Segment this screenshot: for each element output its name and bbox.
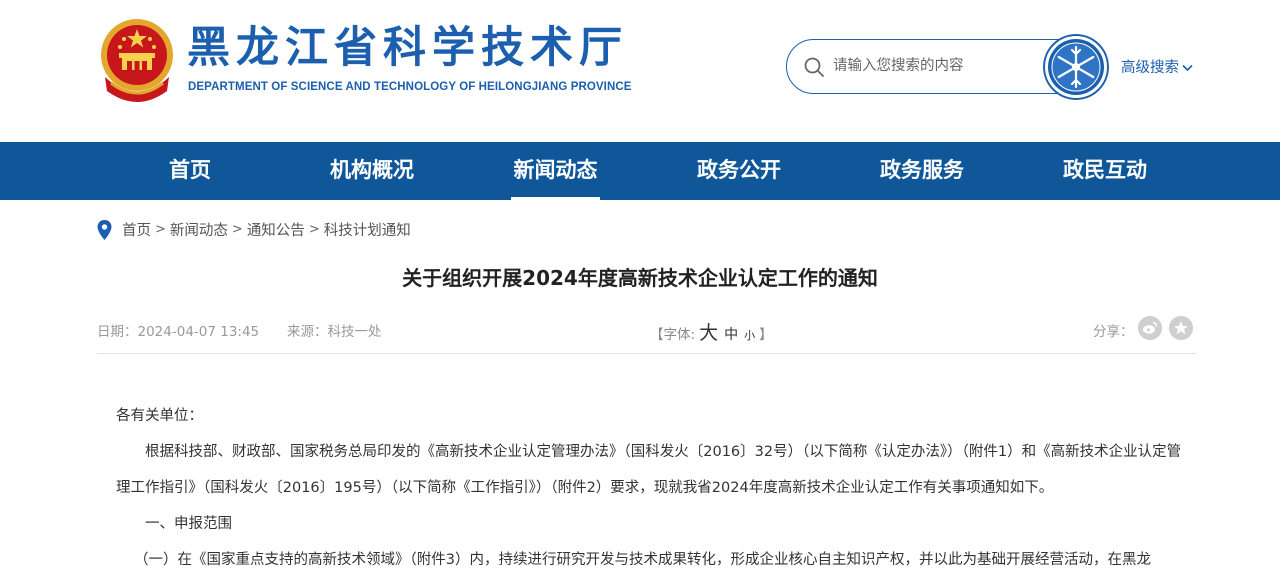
nav-item-government-services[interactable]: 政务服务: [862, 142, 982, 200]
site-subtitle: DEPARTMENT OF SCIENCE AND TECHNOLOGY OF …: [188, 81, 632, 93]
breadcrumb-notices[interactable]: 通知公告: [247, 219, 305, 240]
article-source: 来源：科技一处: [287, 324, 382, 340]
article-body: 各有关单位： 根据科技部、财政部、国家税务总局印发的《高新技术企业认定管理办法》…: [116, 398, 1186, 578]
location-pin-icon: [97, 219, 112, 240]
font-size-label: 【字体:: [650, 327, 696, 343]
weibo-icon[interactable]: [1138, 316, 1162, 340]
snowflake-search-icon[interactable]: [1043, 34, 1109, 100]
share-label: 分享：: [1093, 324, 1134, 340]
breadcrumb-home[interactable]: 首页: [122, 219, 151, 240]
chevron-down-icon: [1182, 64, 1193, 72]
nav-item-public-interaction[interactable]: 政民互动: [1045, 142, 1165, 200]
article-paragraph: 各有关单位：: [116, 408, 203, 424]
article-paragraph: 根据科技部、财政部、国家税务总局印发的《高新技术企业认定管理办法》（国科发火〔2…: [116, 444, 1182, 496]
main-nav: 首页 机构概况 新闻动态 政务公开 政务服务 政民互动: [0, 142, 1280, 200]
publish-date: 日期：2024-04-07 13:45: [97, 324, 260, 340]
breadcrumb-separator: >: [308, 222, 320, 237]
article-meta: 日期：2024-04-07 13:45 来源：科技一处 【字体: 大中小】 分享：: [97, 316, 1196, 354]
font-size-bracket: 】: [759, 327, 773, 343]
nav-item-organization[interactable]: 机构概况: [312, 142, 432, 200]
article-title: 关于组织开展2024年度高新技术企业认定工作的通知: [402, 266, 878, 290]
advanced-search-label: 高级搜索: [1121, 60, 1179, 76]
favorite-icon[interactable]: [1169, 316, 1193, 340]
search-icon: [804, 57, 824, 77]
site-header: 黑龙江省科学技术厅 DEPARTMENT OF SCIENCE AND TECH…: [0, 0, 1280, 142]
font-size-control: 【字体: 大中小】: [650, 318, 773, 345]
breadcrumb: 首页 > 新闻动态 > 通知公告 > 科技计划通知: [97, 219, 411, 240]
article-paragraph: 一、申报范围: [145, 516, 232, 532]
nav-item-home[interactable]: 首页: [140, 142, 240, 200]
breadcrumb-news[interactable]: 新闻动态: [170, 219, 228, 240]
breadcrumb-separator: >: [231, 222, 243, 237]
nav-item-government-affairs[interactable]: 政务公开: [679, 142, 799, 200]
font-size-small-button[interactable]: 小: [744, 329, 755, 342]
national-emblem-icon: [101, 19, 173, 102]
advanced-search-link[interactable]: 高级搜索: [1121, 56, 1193, 77]
font-size-large-button[interactable]: 大: [699, 322, 718, 344]
article-paragraph: （一）在《国家重点支持的高新技术领域》（附件3）内，持续进行研究开发与技术成果转…: [134, 552, 1151, 568]
nav-item-news[interactable]: 新闻动态: [511, 142, 600, 200]
font-size-medium-button[interactable]: 中: [724, 327, 738, 343]
search-input[interactable]: [833, 52, 1043, 80]
site-title: 黑龙江省科学技术厅: [187, 23, 628, 73]
breadcrumb-tech-plan-notices[interactable]: 科技计划通知: [324, 219, 411, 240]
breadcrumb-separator: >: [155, 222, 166, 237]
